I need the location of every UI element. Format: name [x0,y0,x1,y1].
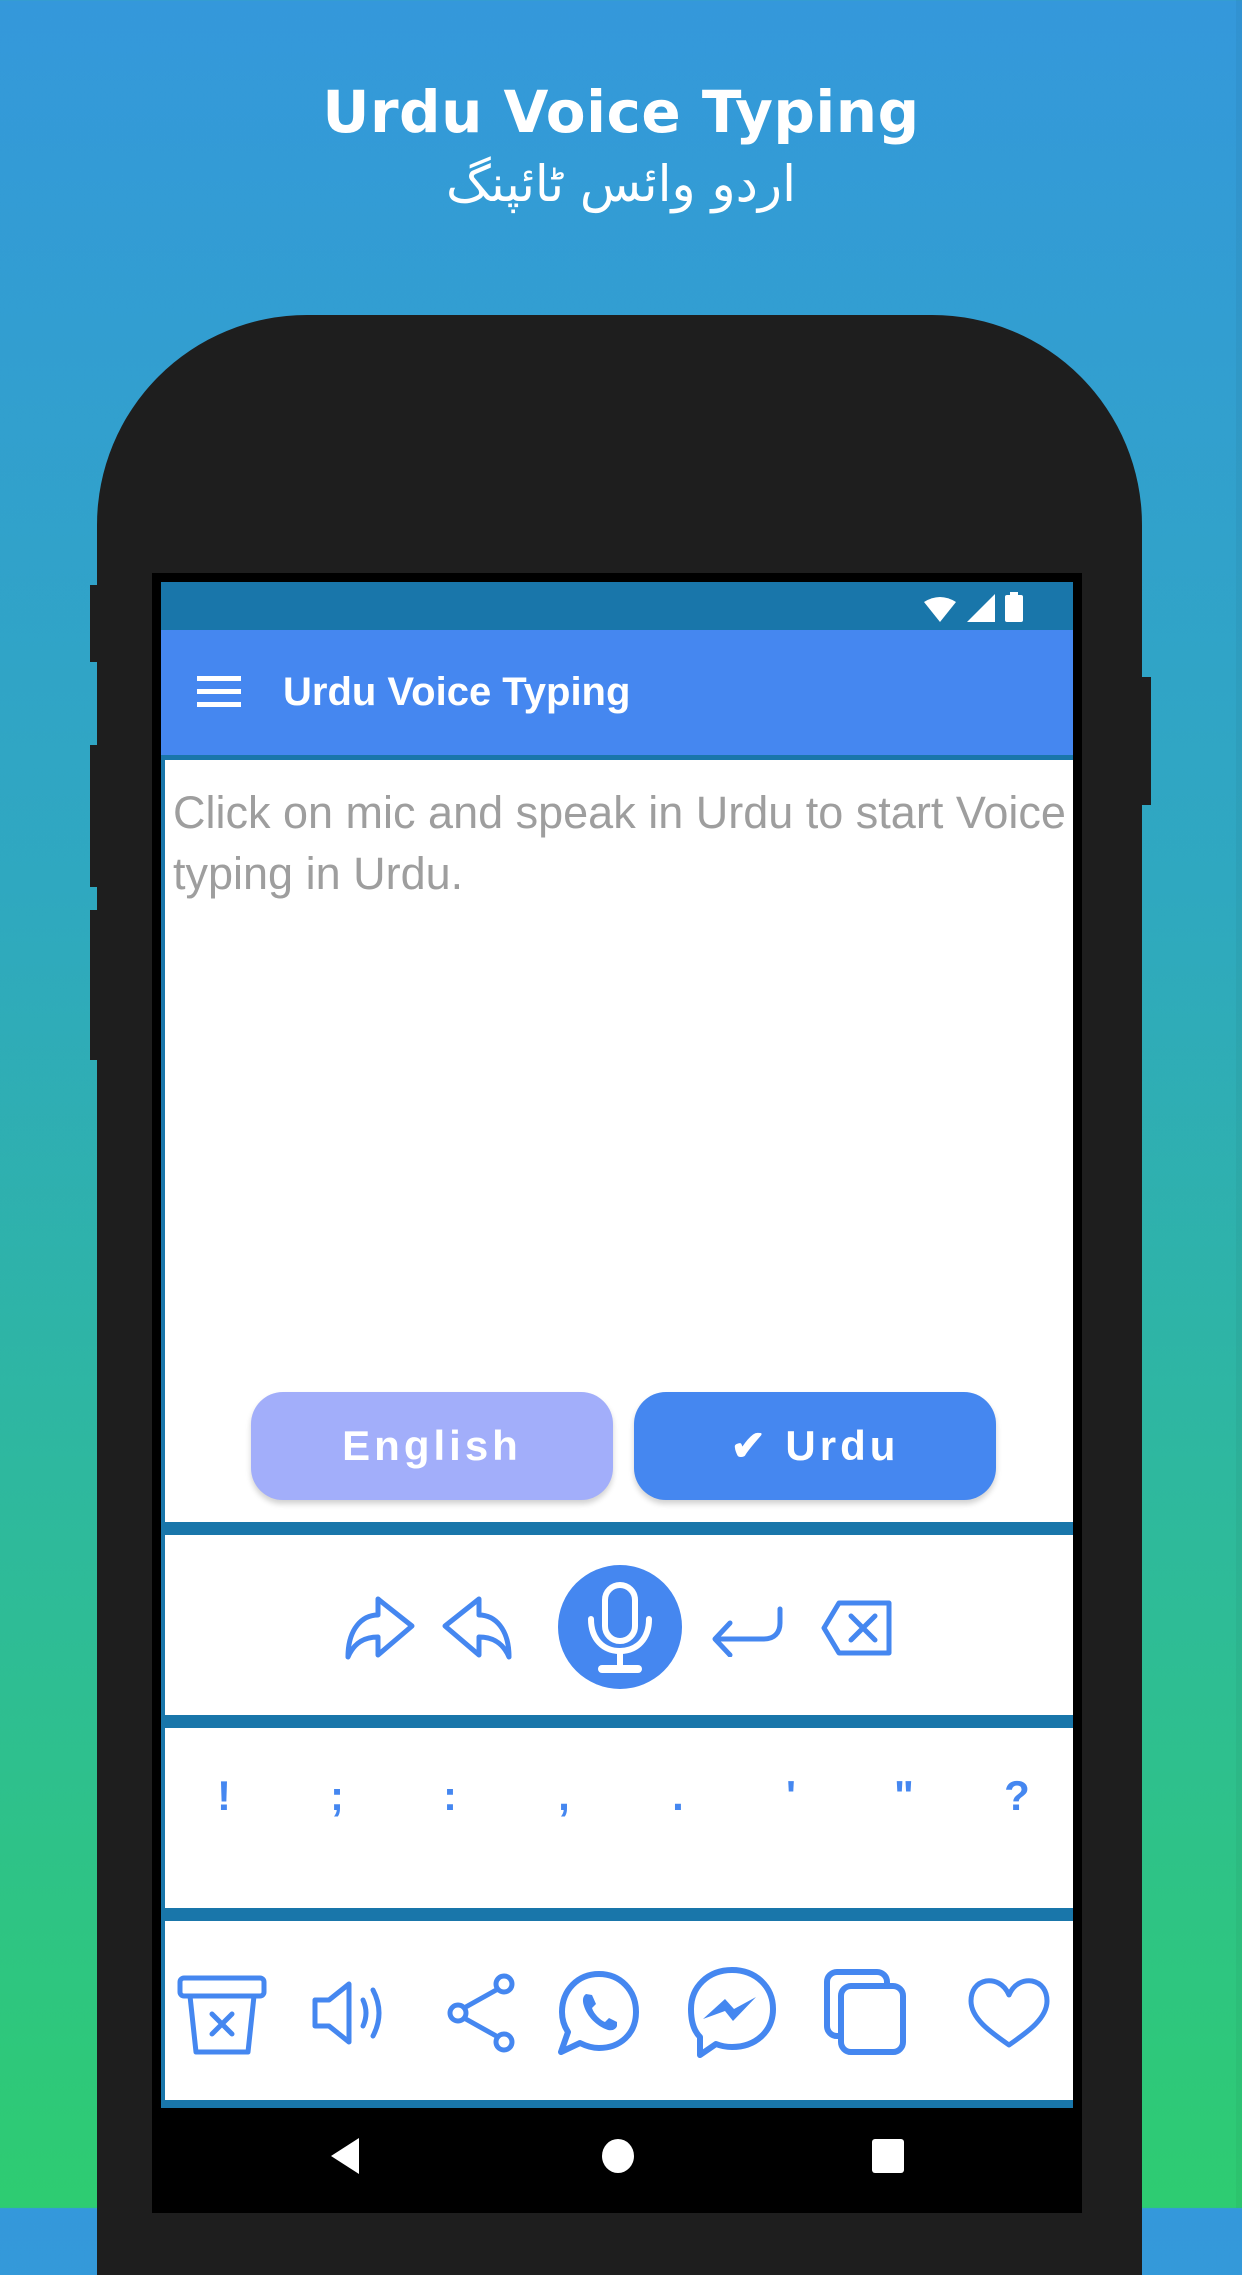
battery-icon [1005,592,1023,622]
undo-icon[interactable] [441,1595,513,1661]
phone-side-button [90,585,98,662]
home-icon[interactable] [601,2138,635,2174]
heart-icon[interactable] [968,1977,1050,2049]
share-icon[interactable] [446,1972,518,2054]
bottom-border [161,2100,1073,2108]
speaker-icon[interactable] [311,1980,391,2046]
promo-title: Urdu Voice Typing [322,78,920,146]
text-input-placeholder: Click on mic and speak in Urdu to start … [173,787,1066,899]
background-edge [1236,0,1242,2208]
app-title: Urdu Voice Typing [283,670,631,714]
copy-icon[interactable] [823,1968,907,2056]
app-bar: Urdu Voice Typing [161,630,1073,760]
clear-trash-icon[interactable] [176,1974,268,2058]
separator [161,1908,1073,1921]
punctuation-row [161,1728,1073,1908]
punctuation-key[interactable]: ! [194,1772,254,1820]
punctuation-key[interactable]: : [420,1772,480,1820]
messenger-icon[interactable] [686,1965,778,2059]
whatsapp-icon[interactable] [556,1968,642,2058]
punctuation-key[interactable]: " [874,1772,934,1820]
wifi-icon [924,597,956,622]
phone-side-button [90,910,98,1060]
urdu-language-button[interactable]: ✔ Urdu [634,1392,996,1500]
separator [161,1522,1073,1535]
phone-side-button [90,745,98,887]
status-bar [161,582,1073,630]
hamburger-menu-icon[interactable] [197,676,241,708]
phone-power-button [1141,677,1151,805]
punctuation-key[interactable]: ? [987,1772,1047,1820]
recents-icon[interactable] [871,2138,905,2174]
separator [161,1715,1073,1728]
punctuation-key[interactable]: . [648,1772,708,1820]
back-icon[interactable] [329,2136,361,2176]
promo-subtitle: اردو وائس ٹائپنگ [446,155,796,213]
microphone-icon [588,1582,652,1673]
punctuation-key[interactable]: ; [307,1772,367,1820]
app-screen: Urdu Voice Typing Click on mic and speak… [161,582,1073,2108]
microphone-button[interactable] [558,1565,682,1689]
english-language-button[interactable]: English [251,1392,613,1500]
redo-icon[interactable] [344,1595,416,1661]
backspace-icon[interactable] [821,1600,893,1656]
signal-icon [967,594,995,622]
punctuation-key[interactable]: ' [761,1772,821,1820]
enter-icon[interactable] [710,1605,786,1657]
punctuation-key[interactable]: , [534,1772,594,1820]
android-nav-bar [161,2108,1073,2208]
